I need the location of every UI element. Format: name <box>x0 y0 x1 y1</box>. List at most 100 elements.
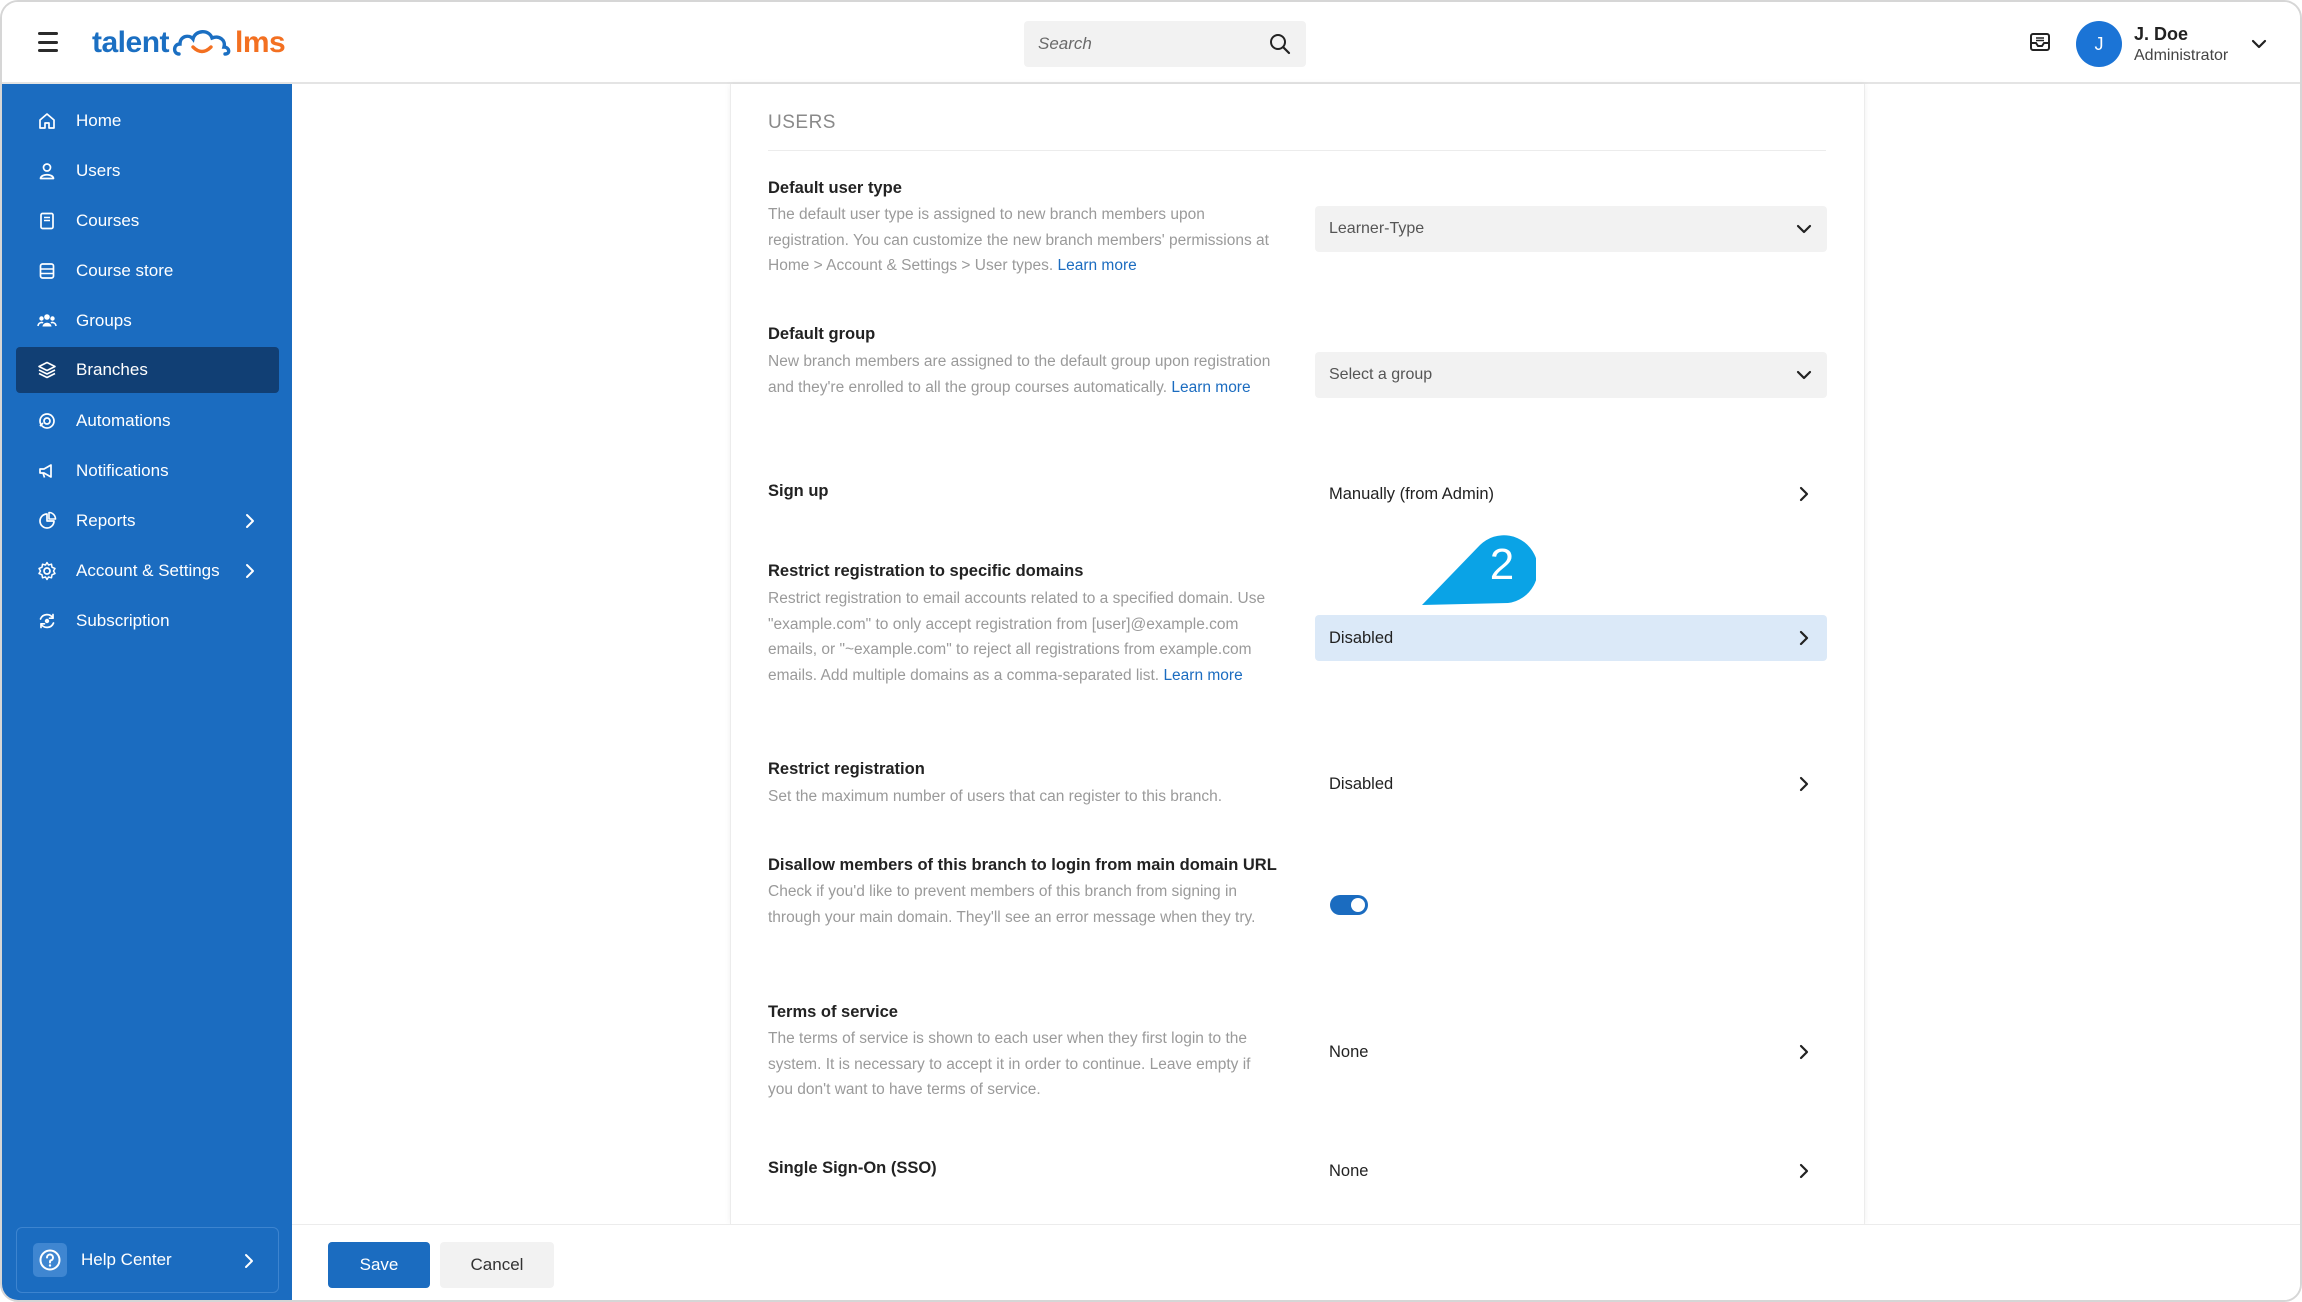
sidebar-item-automations[interactable]: Automations <box>16 398 279 444</box>
sidebar-item-label: Courses <box>76 211 140 230</box>
user-name: J. Doe <box>2134 23 2189 44</box>
learn-more-link[interactable]: Learn more <box>1163 667 1242 684</box>
chevron-down-icon <box>1796 370 1812 380</box>
search-input[interactable]: Search <box>1038 34 1268 54</box>
help-center-button[interactable]: Help Center <box>16 1227 279 1293</box>
chevron-right-icon[interactable] <box>241 562 259 580</box>
action-footer <box>292 1224 2300 1300</box>
avatar[interactable]: J <box>2076 21 2122 67</box>
sidebar-item-label: Subscription <box>76 611 170 630</box>
home-icon <box>36 110 58 132</box>
user-menu[interactable]: J J. Doe Administrator <box>2076 16 2286 72</box>
sidebar-item-course-store[interactable]: Course store <box>16 248 279 294</box>
sidebar-item-subscription[interactable]: Subscription <box>16 598 279 644</box>
chevron-down-icon <box>1796 224 1812 234</box>
toggle-knob <box>1351 898 1365 912</box>
book-icon <box>36 210 58 232</box>
restrict-registration-label: Restrict registration <box>768 760 925 778</box>
sidebar-item-notifications[interactable]: Notifications <box>16 448 279 494</box>
sidebar-item-users[interactable]: Users <box>16 148 279 194</box>
logo-text-talent: talent <box>92 26 170 59</box>
restrict-registration-description: Set the maximum number of users that can… <box>768 788 1223 805</box>
app-window: talent lms Search J J. Doe Administrator… <box>0 0 2302 1302</box>
pie-chart-icon <box>36 510 58 532</box>
sidebar: Home Users Courses Course store Groups B… <box>2 84 292 1300</box>
restrict-domains-setting[interactable]: Disabled <box>1315 615 1827 661</box>
sidebar-item-label: Account & Settings <box>76 561 220 580</box>
chevron-right-icon <box>1799 776 1809 792</box>
terms-of-service-label: Terms of service <box>768 1003 898 1021</box>
disallow-login-toggle[interactable] <box>1330 895 1368 915</box>
store-icon <box>36 260 58 282</box>
groups-icon <box>36 310 58 332</box>
sidebar-item-label: Groups <box>76 311 132 330</box>
sign-up-setting[interactable]: Manually (from Admin) <box>1315 471 1827 517</box>
help-center-label: Help Center <box>81 1250 172 1269</box>
section-title: USERS <box>768 112 836 133</box>
user-info: J. Doe Administrator <box>2134 24 2228 65</box>
automations-icon <box>36 410 58 432</box>
default-group-description: New branch members are assigned to the d… <box>768 349 1278 400</box>
sidebar-item-account-settings[interactable]: Account & Settings <box>16 548 279 594</box>
top-header: talent lms Search J J. Doe Administrator <box>2 2 2300 84</box>
chevron-right-icon <box>1799 1163 1809 1179</box>
default-user-type-select[interactable]: Learner-Type <box>1315 206 1827 252</box>
sidebar-item-label: Branches <box>76 360 148 379</box>
search-box[interactable]: Search <box>1024 21 1306 67</box>
learn-more-link[interactable]: Learn more <box>1171 379 1250 396</box>
chevron-right-icon <box>245 1254 253 1268</box>
sidebar-item-reports[interactable]: Reports <box>16 498 279 544</box>
setting-value: Disabled <box>1329 628 1394 647</box>
terms-of-service-description: The terms of service is shown to each us… <box>768 1030 1251 1098</box>
restrict-domains-description: Restrict registration to email accounts … <box>768 586 1278 688</box>
subscription-icon <box>36 610 58 632</box>
user-role: Administrator <box>2134 46 2229 64</box>
chevron-down-icon[interactable] <box>2250 35 2268 53</box>
disallow-login-description: Check if you'd like to prevent members o… <box>768 883 1256 926</box>
sso-label: Single Sign-On (SSO) <box>768 1159 937 1177</box>
chevron-right-icon <box>1799 1044 1809 1060</box>
app-logo[interactable]: talent lms <box>92 22 286 64</box>
sign-up-label: Sign up <box>768 482 829 500</box>
sidebar-item-label: Home <box>76 111 122 130</box>
sidebar-item-label: Reports <box>76 511 136 530</box>
default-user-type-description: The default user type is assigned to new… <box>768 202 1278 279</box>
sidebar-item-branches[interactable]: Branches <box>16 347 279 393</box>
sso-setting[interactable]: None <box>1315 1148 1827 1194</box>
megaphone-icon <box>36 460 58 482</box>
branches-icon <box>36 359 58 381</box>
terms-of-service-setting[interactable]: None <box>1315 1029 1827 1075</box>
sidebar-item-label: Users <box>76 161 121 180</box>
sidebar-item-label: Notifications <box>76 461 169 480</box>
setting-value: Manually (from Admin) <box>1329 484 1495 503</box>
sidebar-item-label: Course store <box>76 261 174 280</box>
cancel-button[interactable]: Cancel <box>440 1242 554 1288</box>
restrict-registration-setting[interactable]: Disabled <box>1315 761 1827 807</box>
section-divider <box>768 150 1826 151</box>
sidebar-item-home[interactable]: Home <box>16 98 279 144</box>
default-user-type-label: Default user type <box>768 179 902 197</box>
hamburger-menu-icon[interactable] <box>38 32 58 52</box>
user-icon <box>36 160 58 182</box>
setting-value: None <box>1329 1042 1369 1061</box>
sidebar-item-groups[interactable]: Groups <box>16 298 279 344</box>
description-text: The default user type is assigned to new… <box>768 206 1269 274</box>
select-value: Select a group <box>1329 366 1433 383</box>
sidebar-item-label: Automations <box>76 411 171 430</box>
gear-icon <box>36 560 58 582</box>
search-icon[interactable] <box>1268 32 1292 56</box>
inbox-icon[interactable] <box>2028 30 2052 54</box>
step-callout-number: 2 <box>1489 540 1515 589</box>
logo-text-lms: lms <box>235 26 286 59</box>
chevron-right-icon[interactable] <box>241 512 259 530</box>
select-value: Learner-Type <box>1329 220 1425 237</box>
sidebar-item-courses[interactable]: Courses <box>16 198 279 244</box>
default-group-select[interactable]: Select a group <box>1315 352 1827 398</box>
chevron-right-icon <box>1799 486 1809 502</box>
save-button[interactable]: Save <box>328 1242 430 1288</box>
learn-more-link[interactable]: Learn more <box>1057 257 1136 274</box>
default-group-label: Default group <box>768 325 876 343</box>
restrict-domains-label: Restrict registration to specific domain… <box>768 562 1084 580</box>
chevron-right-icon <box>1799 630 1809 646</box>
setting-value: Disabled <box>1329 774 1394 793</box>
